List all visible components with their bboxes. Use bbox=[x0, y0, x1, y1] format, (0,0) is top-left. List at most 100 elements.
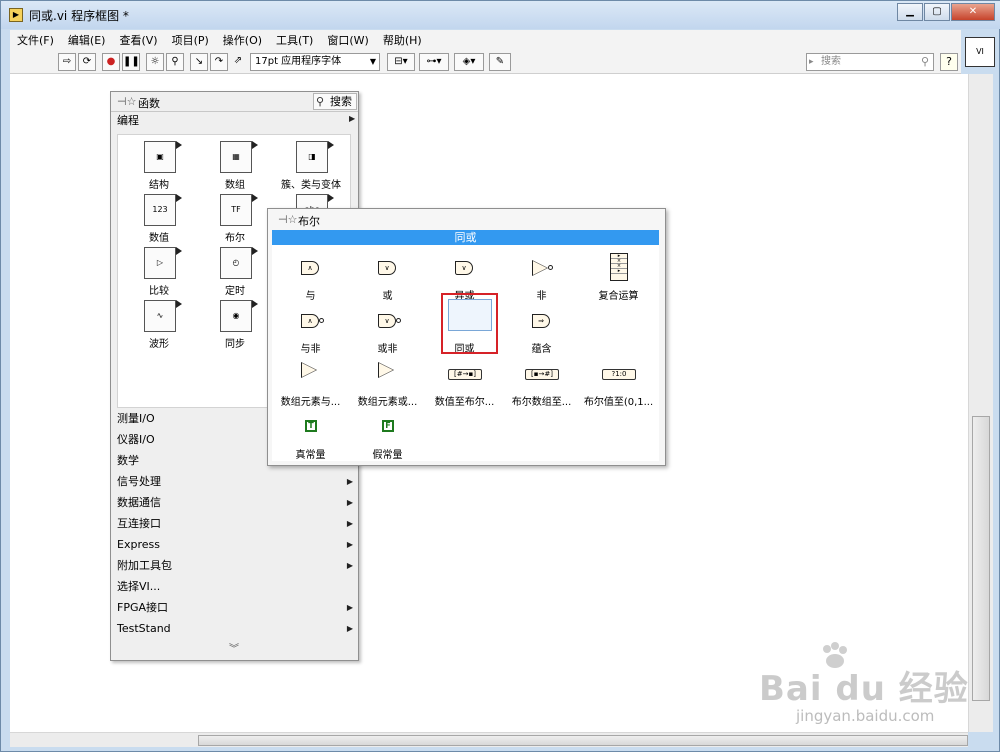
boolean-function-item[interactable]: [#→▪] 数值至布尔... bbox=[426, 355, 503, 408]
boolean-function-item[interactable]: F 假常量 bbox=[349, 408, 426, 461]
boolean-function-item[interactable]: ∧ 与 bbox=[272, 249, 349, 302]
menu-item[interactable]: 操作(O) bbox=[216, 32, 269, 48]
submenu-arrow-icon bbox=[328, 141, 334, 149]
chevron-right-icon: ▶ bbox=[346, 561, 353, 570]
menu-item[interactable]: 文件(F) bbox=[10, 32, 61, 48]
boolean-function-item[interactable]: T 真常量 bbox=[272, 408, 349, 461]
palette-item-label: 定时 bbox=[225, 286, 245, 297]
boolean-function-item[interactable]: ?1:0 布尔值至(0,1... bbox=[580, 355, 657, 408]
boolean-function-item[interactable]: 数组元素或... bbox=[349, 355, 426, 408]
boolean-function-label: 数组元素或... bbox=[357, 397, 418, 408]
palette-category-label: 附加工具包 bbox=[117, 559, 172, 572]
menu-item[interactable]: 项目(P) bbox=[165, 32, 216, 48]
pause-icon[interactable]: ❚❚ bbox=[122, 53, 140, 71]
boolean-function-item[interactable]: [▪→#] 布尔数组至... bbox=[503, 355, 580, 408]
palette-item[interactable]: ◨ 簇、类与变体 bbox=[274, 137, 348, 191]
maximize-button[interactable]: ▢ bbox=[924, 3, 950, 21]
boolean-function-label: 非 bbox=[536, 291, 547, 302]
glyph: ∨ bbox=[378, 314, 396, 328]
false-constant-icon: F bbox=[375, 418, 401, 436]
palette-item[interactable]: TF 布尔 bbox=[198, 190, 272, 244]
minimize-button[interactable]: ▁ bbox=[897, 3, 923, 21]
palette-category[interactable]: 信号处理 ▶ bbox=[117, 471, 357, 492]
menu-item[interactable]: 查看(V) bbox=[112, 32, 164, 48]
array-icon: ▦ bbox=[220, 141, 258, 173]
distribute-objects-icon[interactable]: ⊶▾ bbox=[419, 53, 449, 71]
synchronization-icon: ◉ bbox=[220, 300, 258, 332]
search-icon[interactable]: ⚲ bbox=[921, 54, 929, 70]
menu-item[interactable]: 工具(T) bbox=[269, 32, 320, 48]
palette-item[interactable]: ▷ 比较 bbox=[122, 243, 196, 297]
xor-gate-icon: ∨ bbox=[452, 259, 478, 277]
vertical-scrollbar[interactable] bbox=[968, 74, 993, 732]
horizontal-scroll-thumb[interactable] bbox=[198, 735, 968, 746]
palette-item[interactable]: ◴ 定时 bbox=[198, 243, 272, 297]
palette-search-label: 搜索 bbox=[330, 95, 352, 108]
search-icon: ⚲ bbox=[316, 95, 325, 108]
context-help-button[interactable]: ? bbox=[940, 53, 958, 71]
close-button[interactable]: ✕ bbox=[951, 3, 995, 21]
boolean-function-label: 布尔数组至... bbox=[511, 397, 572, 408]
glyph: T bbox=[305, 420, 317, 432]
palette-item[interactable]: ▦ 数组 bbox=[198, 137, 272, 191]
or-gate-icon: ∨ bbox=[375, 259, 401, 277]
clean-up-diagram-icon[interactable]: ✎ bbox=[489, 53, 511, 71]
boolean-function-item[interactable]: 数组元素与... bbox=[272, 355, 349, 408]
vi-connector-icon[interactable]: VI bbox=[965, 37, 995, 67]
palette-item[interactable]: 123 数值 bbox=[122, 190, 196, 244]
palette-search-button[interactable]: ⚲ 搜索 bbox=[313, 93, 357, 110]
true-constant-icon: T bbox=[298, 418, 324, 436]
step-into-icon[interactable]: ↘ bbox=[190, 53, 208, 71]
palette-item[interactable]: ◉ 同步 bbox=[198, 296, 272, 350]
compound-arithmetic-icon: ▸ × × ▸ bbox=[606, 253, 632, 281]
watermark-logo: Bai du 经验 bbox=[759, 669, 969, 709]
palette-item[interactable]: ∿ 波形 bbox=[122, 296, 196, 350]
glyph: [▪→#] bbox=[525, 369, 559, 380]
menu-item[interactable]: 编辑(E) bbox=[61, 32, 113, 48]
submenu-arrow-icon bbox=[176, 141, 182, 149]
run-arrow-icon[interactable]: ⇨ bbox=[58, 53, 76, 71]
palette-category[interactable]: TestStand ▶ bbox=[117, 618, 357, 639]
retain-wire-values-icon[interactable]: ⚲ bbox=[166, 53, 184, 71]
font-select[interactable]: 17pt 应用程序字体 ▼ bbox=[250, 53, 380, 71]
hovered-function-name: 同或 bbox=[272, 230, 659, 245]
category-programming[interactable]: 编程 bbox=[117, 112, 139, 128]
palette-item-label: 比较 bbox=[149, 286, 169, 297]
run-continuously-icon[interactable]: ⟳ bbox=[78, 53, 96, 71]
reorder-icon[interactable]: ◈▾ bbox=[454, 53, 484, 71]
search-input[interactable]: 搜索 ▸ ⚲ bbox=[806, 53, 934, 71]
pin-icon[interactable]: ⊣☆ bbox=[117, 95, 136, 108]
menu-item[interactable]: 帮助(H) bbox=[376, 32, 429, 48]
step-out-icon[interactable]: ⇗ bbox=[230, 53, 246, 71]
align-objects-icon[interactable]: ⊟▾ bbox=[387, 53, 415, 71]
vertical-scroll-thumb[interactable] bbox=[972, 416, 990, 701]
functions-palette-title: 函数 bbox=[138, 97, 160, 110]
expand-more-icon[interactable]: ︾ bbox=[229, 640, 239, 655]
step-over-icon[interactable]: ↷ bbox=[210, 53, 228, 71]
palette-category[interactable]: 互连接口 ▶ bbox=[117, 513, 357, 534]
boolean-function-item[interactable]: ∨ 或 bbox=[349, 249, 426, 302]
boolean-function-item[interactable]: ▸ × × ▸ 复合运算 bbox=[580, 249, 657, 302]
boolean-function-item[interactable]: 非 bbox=[503, 249, 580, 302]
boolean-function-label: 真常量 bbox=[295, 450, 326, 461]
horizontal-scrollbar[interactable] bbox=[10, 732, 968, 747]
palette-category[interactable]: 附加工具包 ▶ bbox=[117, 555, 357, 576]
palette-item[interactable]: ▣ 结构 bbox=[122, 137, 196, 191]
palette-category[interactable]: FPGA接口 ▶ bbox=[117, 597, 357, 618]
boolean-function-item[interactable]: ⇒ 蕴含 bbox=[503, 302, 580, 355]
palette-category[interactable]: Express ▶ bbox=[117, 534, 357, 555]
highlight-execution-icon[interactable]: ☼ bbox=[146, 53, 164, 71]
boolean-function-label: 与非 bbox=[300, 344, 321, 355]
palette-category[interactable]: 选择VI... bbox=[117, 576, 357, 597]
palette-category[interactable]: 数据通信 ▶ bbox=[117, 492, 357, 513]
boolean-function-item[interactable]: ∨ 或非 bbox=[349, 302, 426, 355]
menu-item[interactable]: 窗口(W) bbox=[320, 32, 375, 48]
boolean-function-item[interactable]: ∧ 与非 bbox=[272, 302, 349, 355]
palette-category-label: TestStand bbox=[117, 622, 171, 635]
palette-category-label: 信号处理 bbox=[117, 475, 161, 488]
abort-icon[interactable]: ● bbox=[102, 53, 120, 71]
pin-icon[interactable]: ⊣☆ bbox=[278, 213, 297, 226]
annotation-highlight-box bbox=[441, 293, 498, 354]
watermark-url: jingyan.baidu.com bbox=[796, 707, 935, 725]
title-bar[interactable]: ▶ 同或.vi 程序框图 * ▁ ▢ ✕ bbox=[1, 1, 1000, 29]
